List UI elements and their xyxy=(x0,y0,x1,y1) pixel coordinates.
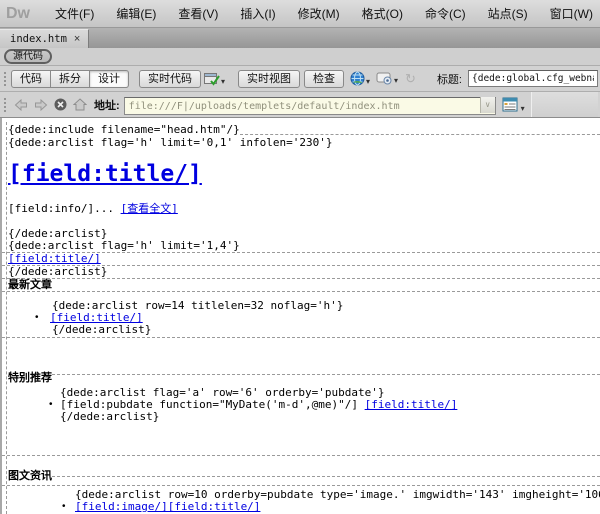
globe-icon xyxy=(350,71,365,86)
table-border-dash xyxy=(2,485,600,486)
document-title-input[interactable] xyxy=(468,70,598,87)
address-input[interactable] xyxy=(124,97,496,115)
table-border-dash xyxy=(52,476,600,482)
window-check-icon xyxy=(204,72,220,86)
chevron-down-icon: ∨ xyxy=(485,100,491,109)
dropdown-caret-icon: ▾ xyxy=(521,105,525,113)
close-icon[interactable]: × xyxy=(74,34,80,44)
info-line: [field:info/]... [查看全文] xyxy=(8,203,600,215)
menu-commands[interactable]: 命令(C) xyxy=(414,1,477,26)
table-border-dash xyxy=(2,455,600,456)
back-arrow-icon xyxy=(14,99,28,111)
latest-arclist-close: {/dede:arclist} xyxy=(52,324,600,336)
field-title-link[interactable]: [field:title/] xyxy=(365,398,458,411)
document-toolbar: 代码 拆分 设计 实时代码 ▾ 实时视图 检查 ▾ ▾ ↻ 标题: xyxy=(0,66,600,92)
inspect-button[interactable]: 检查 xyxy=(304,70,344,88)
template-tag-arclist2-close: {/dede:arclist} xyxy=(2,266,600,279)
read-more-link[interactable]: [查看全文] xyxy=(121,202,178,215)
source-code-label: 源代码 xyxy=(13,51,43,62)
menu-view[interactable]: 查看(V) xyxy=(167,1,229,26)
address-label: 地址: xyxy=(94,97,120,113)
addressbar-grip-handle[interactable] xyxy=(3,96,8,114)
pics-item-row: [field:image/][field:title/] xyxy=(75,501,600,513)
dreamweaver-logo: Dw xyxy=(6,5,30,23)
section-heading-pics: 图文资讯 xyxy=(8,470,600,482)
info-field-text: [field:info/]... xyxy=(8,202,114,215)
address-field: ∨ xyxy=(124,96,496,114)
menu-format[interactable]: 格式(O) xyxy=(351,1,414,26)
tab-index-htm[interactable]: index.htm × xyxy=(0,29,89,48)
file-list-icon xyxy=(502,97,520,113)
template-tag-arclist-open: {dede:arclist flag='h' limit='0,1' infol… xyxy=(8,137,600,149)
browser-nav-bar: 地址: ∨ ▾ xyxy=(0,92,600,118)
dropdown-caret-icon: ▾ xyxy=(394,77,398,85)
forward-arrow-icon xyxy=(34,99,48,111)
live-view-button[interactable]: 实时视图 xyxy=(238,70,300,88)
split-view-button[interactable]: 拆分 xyxy=(50,70,90,88)
title-field-label: 标题: xyxy=(437,71,462,87)
address-history-dropdown[interactable]: ∨ xyxy=(480,97,495,113)
featured-arclist-close: {/dede:arclist} xyxy=(60,411,600,423)
list-bullet-icon: • xyxy=(62,501,66,512)
eye-icon xyxy=(376,72,393,85)
forward-button[interactable] xyxy=(34,99,48,111)
dreamweaver-window: { "colors": { "link": "#0000e0", "addres… xyxy=(0,0,600,514)
menu-items: 文件(F) 编辑(E) 查看(V) 插入(I) 修改(M) 格式(O) 命令(C… xyxy=(44,1,600,26)
source-code-button[interactable]: 源代码 xyxy=(4,49,52,64)
menu-window[interactable]: 窗口(W) xyxy=(539,1,600,26)
table-border-dash xyxy=(52,374,600,384)
home-button[interactable] xyxy=(73,98,87,111)
stop-button[interactable] xyxy=(54,98,67,111)
design-view-canvas[interactable]: {dede:include filename="head.htm"/} {ded… xyxy=(0,118,600,514)
dropdown-caret-icon: ▾ xyxy=(221,78,225,86)
tab-label: index.htm xyxy=(10,33,67,45)
menu-modify[interactable]: 修改(M) xyxy=(287,1,351,26)
list-bullet-icon: • xyxy=(49,399,53,410)
refresh-icon[interactable]: ↻ xyxy=(405,71,416,87)
menu-bar: Dw 文件(F) 编辑(E) 查看(V) 插入(I) 修改(M) 格式(O) 命… xyxy=(0,0,600,28)
dropdown-caret-icon: ▾ xyxy=(366,78,370,86)
table-border-dash xyxy=(2,337,600,338)
menu-file[interactable]: 文件(F) xyxy=(44,1,105,26)
code-view-button[interactable]: 代码 xyxy=(11,70,51,88)
menu-edit[interactable]: 编辑(E) xyxy=(105,1,167,26)
addressbar-right-panel xyxy=(531,92,598,117)
document-tab-bar: index.htm × xyxy=(0,28,600,48)
file-management-button[interactable]: ▾ xyxy=(502,97,525,113)
stop-icon xyxy=(54,98,67,111)
template-tag-include: {dede:include filename="head.htm"/} xyxy=(8,124,600,136)
design-view-button[interactable]: 设计 xyxy=(89,70,129,88)
headline-title-link[interactable]: [field:title/] xyxy=(8,160,600,188)
visual-aids-button[interactable]: ▾ xyxy=(376,72,398,85)
field-image-title-link[interactable]: [field:image/][field:title/] xyxy=(75,500,260,513)
section-heading-latest: 最新文章 xyxy=(2,279,600,292)
preview-in-browser-button[interactable]: ▾ xyxy=(350,71,370,86)
list-bullet-icon: • xyxy=(35,312,39,323)
live-code-button[interactable]: 实时代码 xyxy=(139,70,201,88)
toolbar-grip-handle[interactable] xyxy=(3,70,8,88)
menu-insert[interactable]: 插入(I) xyxy=(229,1,286,26)
check-browser-compatibility-button[interactable]: ▾ xyxy=(204,72,225,86)
back-button[interactable] xyxy=(14,99,28,111)
menu-site[interactable]: 站点(S) xyxy=(477,1,539,26)
home-icon xyxy=(73,98,87,111)
section-heading-featured: 特别推荐 xyxy=(8,372,600,384)
related-files-bar: 源代码 xyxy=(0,48,600,66)
field-title-link[interactable]: [field:title/] xyxy=(8,252,101,265)
